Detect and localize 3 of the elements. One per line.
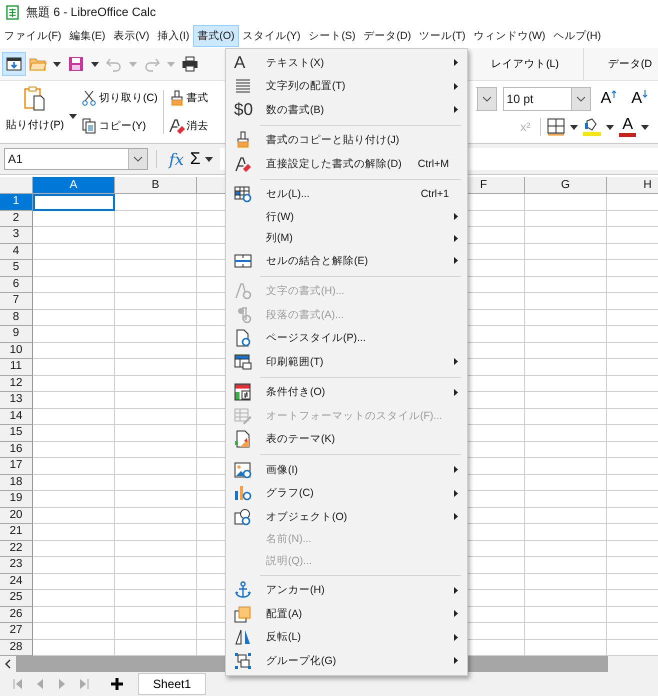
menu-glyph-icon: A: [234, 54, 246, 72]
menu-glyph-icon: $0: [234, 100, 253, 119]
window-title: 無題 6 - LibreOffice Calc: [26, 4, 156, 20]
